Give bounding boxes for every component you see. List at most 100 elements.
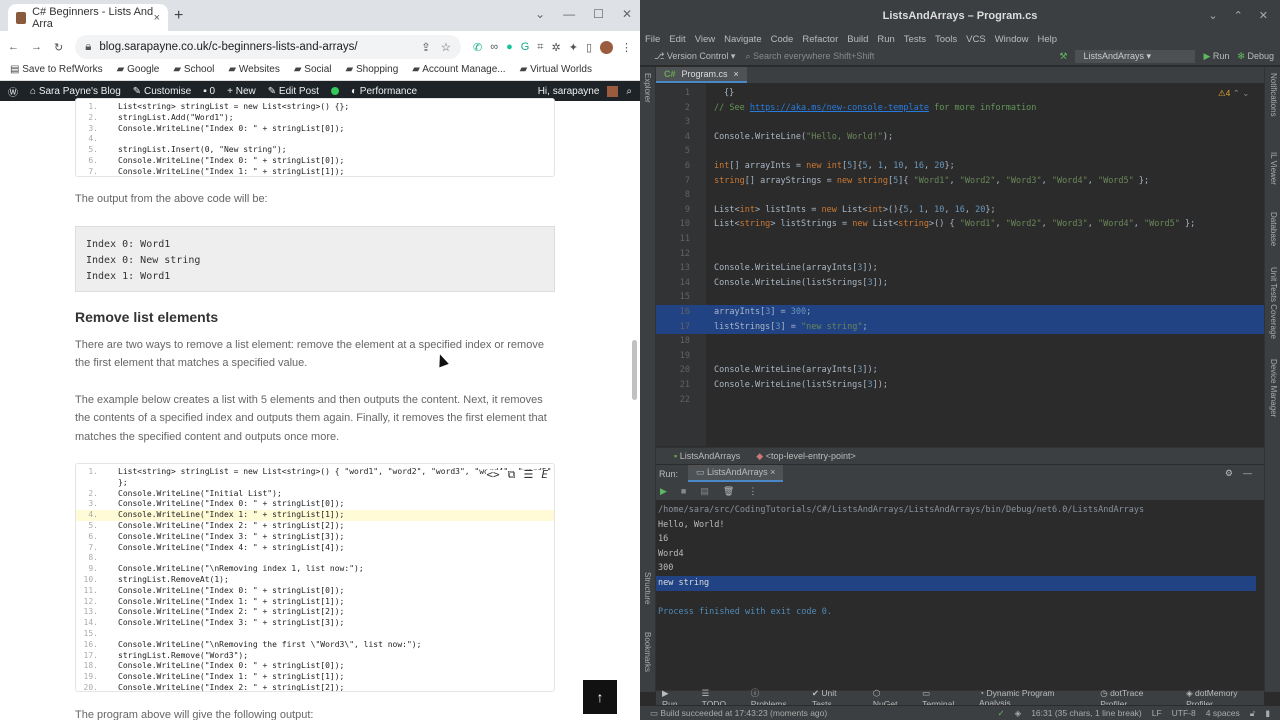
editor-line[interactable]: 10 List<string> listStrings = new List<st… bbox=[656, 217, 1264, 232]
editor-line[interactable]: 14 Console.WriteLine(listStrings[3]); bbox=[656, 276, 1264, 291]
share-icon[interactable]: ⇪ bbox=[421, 40, 431, 54]
editor-line[interactable]: 17 listStrings[3] = "new string"; bbox=[656, 319, 1264, 335]
copy-icon[interactable]: ⧉ bbox=[508, 469, 516, 481]
browser-tab[interactable]: C# Beginners - Lists And Arra × bbox=[8, 4, 168, 31]
bookmark-item[interactable]: ▰ Google bbox=[117, 64, 160, 75]
editor-line[interactable]: 11 bbox=[656, 232, 1264, 247]
maximize-icon[interactable]: ☐ bbox=[593, 7, 604, 21]
gear-icon[interactable]: ⚙ bbox=[1225, 468, 1233, 479]
editor-line[interactable]: 18 bbox=[656, 334, 1264, 349]
gear-ext-icon[interactable]: ✲ bbox=[552, 41, 561, 54]
tool-notifications[interactable]: Notifications bbox=[1269, 73, 1278, 117]
g-ext-icon[interactable]: G bbox=[521, 41, 530, 54]
shield-icon[interactable]: ◈ bbox=[1015, 708, 1022, 719]
back-icon[interactable]: ← bbox=[8, 41, 19, 53]
reload-icon[interactable]: ↻ bbox=[54, 41, 63, 54]
chevron-down-icon[interactable]: ⌄ bbox=[1242, 88, 1249, 98]
editor-line[interactable]: 4 Console.WriteLine("Hello, World!"); bbox=[656, 130, 1264, 145]
breadcrumb-item[interactable]: ◆ <top-level-entry-point> bbox=[756, 451, 856, 462]
minimize-icon[interactable]: — bbox=[563, 7, 575, 21]
lock-icon[interactable]: 🔒︎ bbox=[85, 41, 91, 54]
editor-line[interactable]: 9 List<int> listInts = new List<int>(){5,… bbox=[656, 203, 1264, 218]
more-icon[interactable]: ⋮ bbox=[748, 486, 757, 497]
menu-item[interactable]: Tests bbox=[904, 34, 926, 45]
line-endings[interactable]: LF bbox=[1152, 708, 1162, 719]
star-icon[interactable]: ☆ bbox=[441, 40, 451, 54]
editor-line[interactable]: 5 bbox=[656, 144, 1264, 159]
close-icon[interactable]: ✕ bbox=[622, 7, 632, 21]
page-scrollbar[interactable] bbox=[632, 340, 637, 400]
editor-line[interactable]: 3 bbox=[656, 115, 1264, 130]
new-tab-button[interactable]: + bbox=[174, 7, 183, 25]
menu-item[interactable]: Tools bbox=[935, 34, 957, 45]
close-icon[interactable]: ✕ bbox=[1259, 0, 1268, 32]
wp-greeting[interactable]: Hi, sarapayne bbox=[538, 86, 600, 97]
editor-line[interactable]: 8 bbox=[656, 188, 1264, 203]
editor-line[interactable]: 13 Console.WriteLine(arrayInts[3]); bbox=[656, 261, 1264, 276]
tool-bookmarks[interactable]: Bookmarks bbox=[643, 632, 652, 672]
menu-item[interactable]: Window bbox=[995, 34, 1029, 45]
lock-icon[interactable]: 🔓︎ bbox=[1250, 708, 1256, 719]
chevron-down-icon[interactable]: ⌄ bbox=[1208, 0, 1217, 32]
editor-line[interactable]: 15 bbox=[656, 290, 1264, 305]
encoding[interactable]: UTF-8 bbox=[1172, 708, 1196, 719]
search-icon[interactable]: ⌕ bbox=[626, 86, 632, 97]
check-icon[interactable]: ✓ bbox=[998, 708, 1005, 719]
puzzle-icon[interactable]: ✦ bbox=[569, 41, 578, 54]
wp-new-link[interactable]: + New bbox=[227, 86, 256, 97]
tool-structure[interactable]: Structure bbox=[643, 572, 652, 604]
avatar[interactable] bbox=[600, 40, 613, 54]
menu-item[interactable]: Navigate bbox=[724, 34, 762, 45]
rerun-icon[interactable]: ▶ bbox=[660, 486, 667, 497]
memory-icon[interactable]: ▮ bbox=[1265, 708, 1270, 719]
menu-item[interactable]: VCS bbox=[966, 34, 986, 45]
avatar[interactable] bbox=[607, 85, 619, 97]
config-dropdown[interactable]: ListsAndArrays ▾ bbox=[1075, 49, 1196, 63]
wp-performance-link[interactable]: ◐ Performance bbox=[351, 86, 417, 97]
run-output[interactable]: /home/sara/src/CodingTutorials/C#/ListsA… bbox=[656, 503, 1256, 620]
breadcrumb-item[interactable]: ▪ ListsAndArrays bbox=[674, 451, 740, 461]
phone-ext-icon[interactable]: ✆ bbox=[473, 41, 482, 54]
url-field[interactable]: 🔒︎ blog.sarapayne.co.uk/c-beginners-list… bbox=[75, 35, 462, 59]
forward-icon[interactable]: → bbox=[31, 41, 42, 53]
editor-line[interactable]: 1 {} bbox=[656, 86, 1264, 101]
editor-line[interactable]: 21 Console.WriteLine(listStrings[3]); bbox=[656, 378, 1264, 393]
bookmark-item[interactable]: ▤ Save to RefWorks bbox=[10, 64, 103, 75]
build-hammer-icon[interactable]: ⚒ bbox=[1059, 51, 1067, 62]
wp-edit-link[interactable]: ✎ Edit Post bbox=[268, 86, 319, 97]
menu-item[interactable]: Help bbox=[1038, 34, 1058, 45]
warning-indicator[interactable]: ⚠4 ⌃ ⌄ bbox=[1218, 88, 1249, 99]
sidebar-icon[interactable]: ▯ bbox=[586, 41, 592, 54]
chevron-up-icon[interactable]: ⌃ bbox=[1233, 88, 1240, 98]
menu-item[interactable]: View bbox=[695, 34, 715, 45]
chevron-down-icon[interactable]: ⌄ bbox=[535, 7, 545, 21]
bookmark-item[interactable]: ▰ Websites bbox=[228, 64, 279, 75]
menu-item[interactable]: Code bbox=[771, 34, 794, 45]
glasses-ext-icon[interactable]: ∞ bbox=[490, 41, 498, 54]
restore-icon[interactable]: ⌃ bbox=[1234, 0, 1243, 32]
view-source-icon[interactable]: <> bbox=[486, 469, 499, 481]
menu-item[interactable]: Edit bbox=[669, 34, 685, 45]
close-icon[interactable]: × bbox=[770, 467, 775, 477]
menu-item[interactable]: Build bbox=[847, 34, 868, 45]
bookmark-item[interactable]: ▰ Account Manage... bbox=[412, 64, 505, 75]
version-control-button[interactable]: ⎇ Version Control ▾ bbox=[654, 51, 735, 62]
cursor-position[interactable]: 16:31 (35 chars, 1 line break) bbox=[1031, 708, 1142, 719]
menu-item[interactable]: Refactor bbox=[802, 34, 838, 45]
tool-il-viewer[interactable]: IL Viewer bbox=[1269, 152, 1278, 185]
bookmark-item[interactable]: ▰ Shopping bbox=[346, 64, 399, 75]
search-everywhere[interactable]: ⌕ Search everywhere Shift+Shift bbox=[745, 51, 874, 62]
bracket-ext-icon[interactable]: ⌗ bbox=[537, 41, 543, 54]
wrap-icon[interactable]: ☰ bbox=[524, 469, 534, 481]
bookmark-item[interactable]: ▰ Social bbox=[294, 64, 332, 75]
wp-customise-link[interactable]: ✎ Customise bbox=[133, 86, 191, 97]
editor-line[interactable]: 2 // See https://aka.ms/new-console-templ… bbox=[656, 101, 1264, 116]
menu-icon[interactable]: ⋮ bbox=[621, 41, 632, 54]
tool-coverage[interactable]: Unit Tests Coverage bbox=[1269, 267, 1278, 339]
editor-line[interactable]: 6 int[] arrayInts = new int[5]{5, 1, 10, … bbox=[656, 159, 1264, 174]
trash-icon[interactable]: 🗑︎ bbox=[723, 486, 734, 497]
bookmark-item[interactable]: ▰ School bbox=[173, 64, 214, 75]
editor-line[interactable]: 12 bbox=[656, 247, 1264, 262]
wp-site-link[interactable]: ⌂ Sara Payne's Blog bbox=[30, 86, 121, 97]
hide-icon[interactable]: — bbox=[1243, 468, 1252, 479]
